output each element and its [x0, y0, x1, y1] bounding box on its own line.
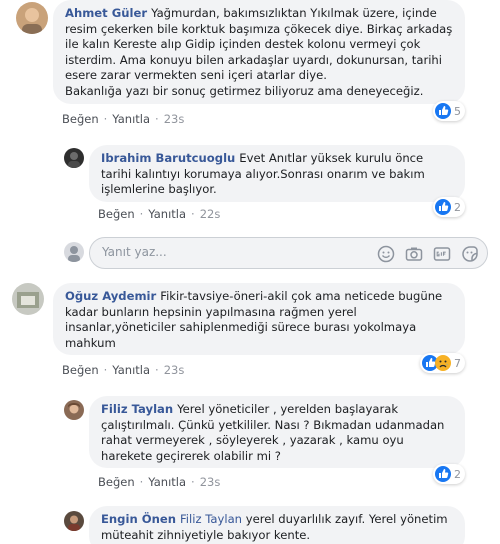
timestamp[interactable]: 22s: [200, 207, 221, 221]
comment-bubble: Ibrahim Barutcuoglu Evet Anıtlar yüksek k…: [89, 145, 465, 202]
avatar[interactable]: [64, 148, 84, 168]
avatar[interactable]: [12, 283, 44, 315]
reply-button[interactable]: Yanıtla: [148, 475, 186, 489]
comment-author[interactable]: Engin Önen: [101, 512, 176, 526]
sad-icon: [435, 355, 451, 371]
comment-author[interactable]: Oğuz Aydemir: [65, 289, 156, 303]
comment-actions: Beğen · Yanıtla · 23s: [62, 363, 185, 377]
emoji-icon[interactable]: [377, 245, 395, 263]
like-button[interactable]: Beğen: [98, 475, 135, 489]
timestamp[interactable]: 23s: [200, 475, 221, 489]
comment-author[interactable]: Ibrahim Barutcuoglu: [101, 151, 235, 165]
like-icon: [435, 199, 451, 215]
avatar[interactable]: [64, 400, 84, 420]
camera-icon[interactable]: [405, 245, 423, 263]
like-icon: [435, 103, 451, 119]
comment-text-continued: Bakanlığa yazı bir sonuç getirmez biliyo…: [65, 83, 424, 98]
comment-bubble: Ahmet Güler Yağmurdan, bakımsızlıktan Yık…: [53, 0, 465, 104]
comment-actions: Beğen · Yanıtla · 23s: [62, 112, 185, 126]
comment-bubble: Engin Önen Filiz Taylan yerel duyarlılık …: [89, 506, 465, 544]
reply-button[interactable]: Yanıtla: [112, 112, 150, 126]
comment-bubble: Filiz Taylan Yerel yöneticiler , yerelden…: [89, 396, 465, 468]
comment-bubble: Oğuz Aydemir Fikir-tavsiye-öneri-akil çok…: [53, 283, 465, 355]
mention-link[interactable]: Filiz Taylan: [180, 512, 242, 526]
like-button[interactable]: Beğen: [62, 112, 99, 126]
reply-button[interactable]: Yanıtla: [112, 363, 150, 377]
reaction-count[interactable]: 5: [433, 101, 465, 121]
reply-input-box[interactable]: [89, 237, 488, 269]
like-button[interactable]: Beğen: [62, 363, 99, 377]
reaction-count[interactable]: 7: [420, 353, 465, 373]
reply-button[interactable]: Yanıtla: [148, 207, 186, 221]
comment-author[interactable]: Ahmet Güler: [65, 6, 147, 20]
avatar: [64, 242, 84, 262]
comment-author[interactable]: Filiz Taylan: [101, 402, 173, 416]
reaction-count[interactable]: 2: [433, 197, 465, 217]
timestamp[interactable]: 23s: [164, 363, 185, 377]
avatar[interactable]: [64, 511, 84, 531]
comment-actions: Beğen · Yanıtla · 22s: [98, 207, 221, 221]
reply-input[interactable]: [102, 245, 362, 259]
like-icon: [435, 466, 451, 482]
reaction-count[interactable]: 2: [433, 464, 465, 484]
like-button[interactable]: Beğen: [98, 207, 135, 221]
gif-icon[interactable]: [433, 245, 451, 263]
timestamp[interactable]: 23s: [164, 112, 185, 126]
sticker-icon[interactable]: [461, 245, 479, 263]
avatar[interactable]: [16, 2, 48, 34]
comment-actions: Beğen · Yanıtla · 23s: [98, 475, 221, 489]
